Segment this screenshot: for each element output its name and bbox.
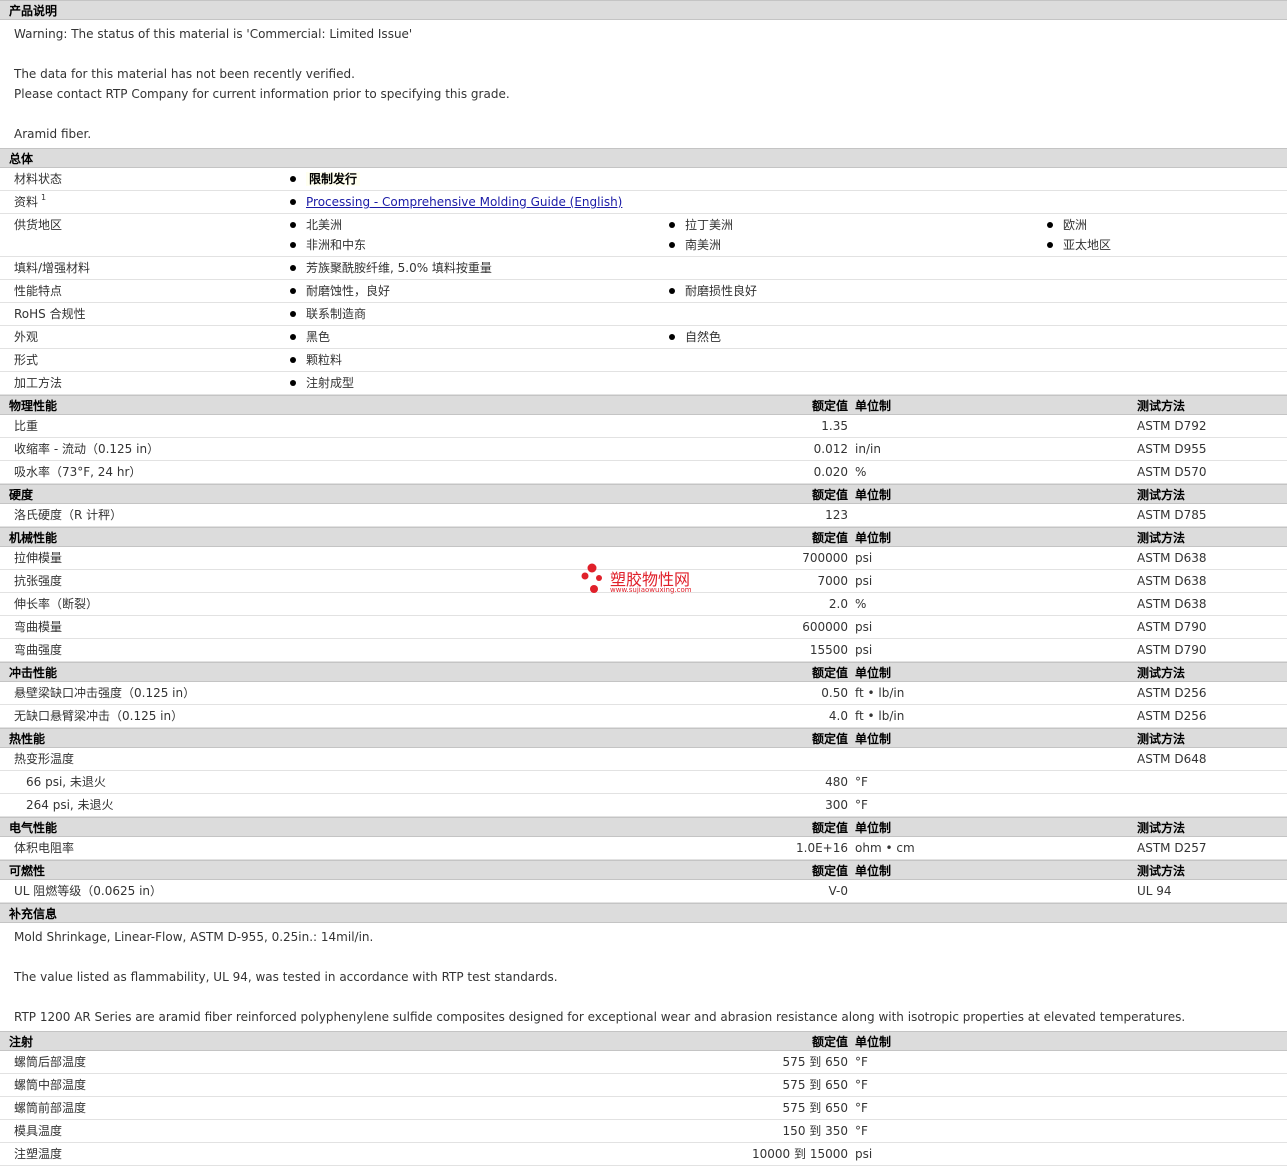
bullet-icon [290,241,296,248]
row-label: 填料/增强材料 [14,261,91,275]
property-row: 洛氏硬度（R 计秤） 123 ASTM D785 [0,504,1287,527]
bullet-icon [290,356,296,363]
bullet-icon [290,198,296,205]
row-value: 自然色 [685,330,722,344]
section-header-description: 产品说明 [0,0,1287,20]
section-header-injection: 注射 额定值 单位制 [0,1031,1287,1051]
column-header-nominal: 额定值 [811,399,848,413]
section-header-general: 总体 [0,148,1287,168]
property-row: 模具温度 150 到 350 °F [0,1120,1287,1143]
row-label: 供货地区 [14,218,63,232]
section-header-thermal: 热性能 额定值 单位制 测试方法 [0,728,1287,748]
property-row: 注塑温度 10000 到 15000 psi [0,1143,1287,1166]
supplementary-line [14,987,1287,1007]
watermark-dots-icon [581,563,602,593]
row-value: 颗粒料 [306,353,343,367]
description-line [14,44,1287,64]
description-line: Aramid fiber. [14,127,92,141]
general-row-features: 性能特点 耐磨蚀性，良好 耐磨损性良好 [0,280,1287,303]
row-value: 注射成型 [306,376,355,390]
bullet-icon [290,221,296,228]
row-value: 芳族聚酰胺纤维, 5.0% 填料按重量 [306,261,492,275]
description-line: Warning: The status of this material is … [14,27,413,41]
supplementary-line [14,947,1287,967]
row-label: 加工方法 [14,376,63,390]
property-row: 收缩率 - 流动（0.125 in） 0.012 in/in ASTM D955 [0,438,1287,461]
section-header-supplementary: 补充信息 [0,903,1287,923]
property-row: 螺筒中部温度 575 到 650 °F [0,1074,1287,1097]
property-row: 体积电阻率 1.0E+16 ohm • cm ASTM D257 [0,837,1287,860]
general-row-filler: 填料/增强材料 芳族聚酰胺纤维, 5.0% 填料按重量 [0,257,1287,280]
property-row: 螺筒前部温度 575 到 650 °F [0,1097,1287,1120]
status-badge: 限制发行 [306,172,361,186]
property-row: 无缺口悬臂梁冲击（0.125 in） 4.0 ft • lb/in ASTM D256 [0,705,1287,728]
row-label: RoHS 合规性 [14,307,86,321]
bullet-icon [669,333,675,340]
section-header-mechanical: 机械性能 额定值 单位制 测试方法 [0,527,1287,547]
bullet-icon [290,379,296,386]
property-row: 悬壁梁缺口冲击强度（0.125 in） 0.50 ft • lb/in ASTM D2… [0,682,1287,705]
general-row-appearance: 外观 黑色 自然色 [0,326,1287,349]
column-header-unit: 单位制 [855,399,892,413]
general-row-rohs: RoHS 合规性 联系制造商 [0,303,1287,326]
row-label: 材料状态 [14,172,63,186]
row-label: 资料 [14,195,39,209]
property-row: 比重 1.35 ASTM D792 [0,415,1287,438]
row-value: 耐磨损性良好 [685,284,758,298]
row-label: 形式 [14,353,39,367]
bullet-icon [669,241,675,248]
description-line: Please contact RTP Company for current i… [14,87,510,101]
supplementary-line: RTP 1200 AR Series are aramid fiber rein… [14,1010,1186,1024]
general-row-form: 形式 颗粒料 [0,349,1287,372]
bullet-icon [669,287,675,294]
property-row: 弯曲强度 15500 psi ASTM D790 [0,639,1287,662]
section-header-flammability: 可燃性 额定值 单位制 测试方法 [0,860,1287,880]
row-value: 联系制造商 [306,307,367,321]
section-header-impact: 冲击性能 额定值 单位制 测试方法 [0,662,1287,682]
supplementary-line: The value listed as flammability, UL 94,… [14,970,558,984]
region-item: 亚太地区 [1063,238,1112,252]
bullet-icon [290,175,296,182]
watermark-logo: 塑胶物性网 www.sujiaowuxing.com [580,562,720,598]
description-block: Warning: The status of this material is … [0,20,1287,148]
row-label: 性能特点 [14,284,63,298]
property-row: 螺筒后部温度 575 到 650 °F [0,1051,1287,1074]
property-row: 66 psi, 未退火 480 °F [0,771,1287,794]
region-item: 非洲和中东 [306,238,367,252]
bullet-icon [290,264,296,271]
bullet-icon [1047,221,1053,228]
bullet-icon [290,333,296,340]
property-row: 吸水率（73°F, 24 hr） 0.020% ASTM D570 [0,461,1287,484]
section-header-physical: 物理性能 额定值 单位制 测试方法 [0,395,1287,415]
section-header-hardness: 硬度 额定值 单位制 测试方法 [0,484,1287,504]
general-row-status: 材料状态 限制发行 [0,168,1287,191]
watermark-url: www.sujiaowuxing.com [610,586,692,594]
row-value: 黑色 [306,330,331,344]
general-row-processing: 加工方法 注射成型 [0,372,1287,395]
bullet-icon [669,221,675,228]
region-item: 北美洲 [306,218,343,232]
processing-guide-link[interactable]: Processing - Comprehensive Molding Guide… [306,195,622,209]
bullet-icon [1047,241,1053,248]
general-row-docs: 资料 1 Processing - Comprehensive Molding G… [0,191,1287,214]
region-item: 欧洲 [1063,218,1088,232]
row-label: 外观 [14,330,39,344]
bullet-icon [290,310,296,317]
footnote-marker: 1 [41,193,47,202]
region-item: 南美洲 [685,238,722,252]
general-row-availability: 供货地区 北美洲 拉丁美洲 欧洲 非洲和中东 南美洲 亚太地区 [0,214,1287,257]
description-line [14,104,1287,124]
supplementary-line: Mold Shrinkage, Linear-Flow, ASTM D-955,… [14,930,374,944]
property-row: 弯曲模量 600000 psi ASTM D790 [0,616,1287,639]
row-value: 耐磨蚀性，良好 [306,284,391,298]
description-line: The data for this material has not been … [14,67,355,81]
bullet-icon [290,287,296,294]
property-row: UL 阻燃等级（0.0625 in） V-0 UL 94 [0,880,1287,903]
property-row: 热变形温度 ASTM D648 [0,748,1287,771]
region-item: 拉丁美洲 [685,218,734,232]
supplementary-block: Mold Shrinkage, Linear-Flow, ASTM D-955,… [0,923,1287,1031]
section-header-electrical: 电气性能 额定值 单位制 测试方法 [0,817,1287,837]
property-row: 264 psi, 未退火 300 °F [0,794,1287,817]
column-header-method: 测试方法 [1137,399,1186,413]
